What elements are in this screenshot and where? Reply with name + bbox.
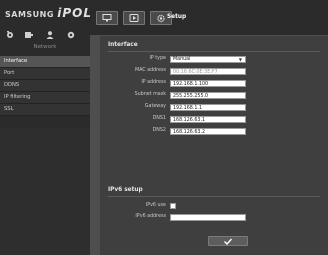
ipv6-use-label: IPv6 use	[145, 203, 166, 208]
sidebar-empty-area	[0, 128, 90, 255]
dns2-field[interactable]: 168.126.63.2	[170, 128, 246, 135]
ip-type-select[interactable]: Manual ▼	[170, 56, 246, 63]
ipv6-title: IPv6 setup	[108, 187, 143, 193]
sidebar-item-ip-filtering[interactable]: IP filtering	[0, 92, 90, 104]
ip-type-label: IP type	[149, 56, 166, 61]
recorder-icon[interactable]	[24, 30, 34, 40]
ipv6-use-checkbox[interactable]	[170, 203, 176, 209]
ip-type-value: Manual	[173, 57, 191, 62]
chevron-down-icon: ▼	[238, 57, 242, 62]
subnet-mask-label: Subnet mask	[134, 92, 166, 97]
playback-button[interactable]	[123, 11, 145, 25]
ipv6-divider	[108, 196, 320, 197]
sidebar-item-interface[interactable]: Interface	[0, 56, 90, 68]
mac-address-field: 00:16:6C:0E:3E:F7	[170, 68, 246, 75]
brand-samsung: SAMSUNG	[5, 10, 54, 19]
ipv6-address-field[interactable]	[170, 214, 246, 221]
monitor-button[interactable]	[96, 11, 118, 25]
sidebar-icon-bar	[0, 28, 90, 44]
interface-divider	[108, 51, 320, 52]
settings-icon[interactable]	[66, 30, 76, 40]
gear-icon	[157, 14, 165, 23]
sidebar: SAMSUNG iPOLiS Network Interface Port DD…	[0, 0, 106, 255]
sidebar-menu: Interface Port DDNS IP filtering SSL	[0, 56, 90, 116]
mac-address-label: MAC address	[134, 68, 166, 73]
top-toolbar: Setup	[90, 0, 328, 35]
apply-button[interactable]	[208, 236, 248, 246]
monitor-icon	[102, 14, 112, 22]
ip-address-field[interactable]: 192.168.1.100	[170, 80, 246, 87]
camera-icon[interactable]	[5, 30, 15, 40]
playback-icon	[129, 14, 139, 22]
subnet-mask-field[interactable]: 255.255.255.0	[170, 92, 246, 99]
sidebar-item-ssl[interactable]: SSL	[0, 104, 90, 116]
user-icon[interactable]	[45, 30, 55, 40]
dns2-label: DNS2	[152, 128, 166, 133]
checkmark-icon	[224, 238, 233, 245]
gateway-field[interactable]: 192.168.1.1	[170, 104, 246, 111]
dns1-field[interactable]: 168.126.63.1	[170, 116, 246, 123]
sidebar-item-ddns[interactable]: DDNS	[0, 80, 90, 92]
setup-title: Setup	[167, 14, 187, 20]
sidebar-section-label: Network	[33, 44, 57, 50]
gateway-label: Gateway	[144, 104, 166, 109]
ipv6-address-label: IPv6 address	[135, 214, 166, 219]
sidebar-item-port[interactable]: Port	[0, 68, 90, 80]
dns1-label: DNS1	[152, 116, 166, 121]
interface-title: Interface	[108, 42, 138, 48]
ip-address-label: IP address	[141, 80, 166, 85]
